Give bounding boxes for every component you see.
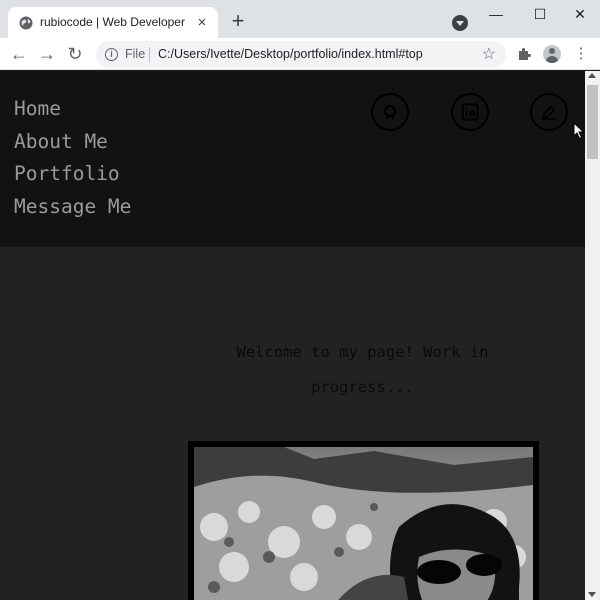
page-viewport: Home About Me Portfolio Message Me Welco… (0, 71, 585, 600)
nav-link-home[interactable]: Home (14, 93, 131, 126)
github-link[interactable] (371, 93, 409, 131)
welcome-message: Welcome to my page! Work in progress... (236, 343, 489, 396)
scroll-down-icon[interactable] (588, 592, 596, 597)
close-window-button[interactable]: ✕ (568, 5, 592, 23)
tab-search-icon[interactable] (452, 15, 468, 31)
tab-close-icon[interactable]: × (193, 14, 211, 32)
scheme-label: File (125, 47, 146, 61)
address-bar[interactable]: i File C:/Users/Ivette/Desktop/portfolio… (96, 41, 506, 68)
profile-photo (194, 447, 533, 600)
extensions-puzzle-icon[interactable] (513, 43, 535, 65)
nav-link-portfolio[interactable]: Portfolio (14, 158, 131, 191)
profile-photo-image (194, 447, 533, 600)
maximize-button[interactable]: ☐ (528, 5, 552, 23)
page-scrollbar[interactable] (585, 71, 600, 600)
nav-link-about-me[interactable]: About Me (14, 126, 131, 159)
contact-link[interactable] (530, 93, 568, 131)
globe-icon (19, 16, 33, 30)
profile-photo-frame (188, 441, 539, 600)
site-header: Home About Me Portfolio Message Me (0, 71, 585, 247)
scroll-thumb[interactable] (587, 85, 598, 159)
site-nav: Home About Me Portfolio Message Me (14, 93, 131, 224)
mouse-cursor-icon (573, 122, 585, 140)
info-icon[interactable]: i (105, 48, 118, 61)
back-button[interactable]: ← (8, 43, 30, 65)
scroll-up-icon[interactable] (588, 73, 596, 78)
browser-toolbar: ← → ↻ i File C:/Users/Ivette/Desktop/por… (0, 38, 600, 70)
minimize-button[interactable]: — (484, 5, 508, 23)
profile-avatar-icon[interactable] (543, 45, 561, 63)
browser-menu-icon[interactable]: ⋮ (570, 43, 592, 65)
linkedin-icon (461, 103, 479, 121)
url-text[interactable]: C:/Users/Ivette/Desktop/portfolio/index.… (158, 47, 423, 61)
nav-link-message-me[interactable]: Message Me (14, 191, 131, 224)
reload-button[interactable]: ↻ (64, 43, 86, 65)
forward-button[interactable]: → (36, 43, 58, 65)
github-icon (384, 105, 396, 119)
linkedin-link[interactable] (451, 93, 489, 131)
new-tab-button[interactable]: + (227, 10, 249, 33)
tab-title: rubiocode | Web Developer (40, 15, 185, 29)
edit-icon (542, 105, 556, 120)
omnibox-divider (149, 47, 150, 62)
bookmark-star-icon[interactable]: ☆ (482, 44, 496, 64)
